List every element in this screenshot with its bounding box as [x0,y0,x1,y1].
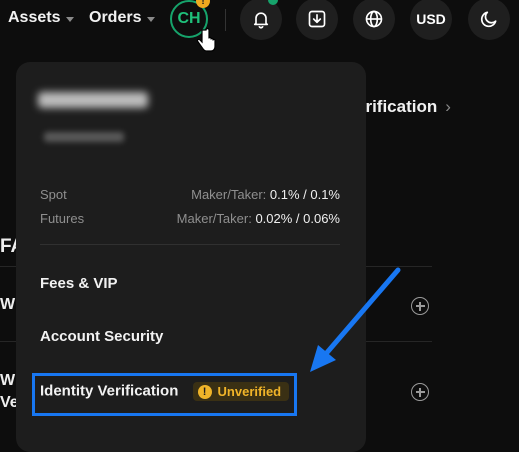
annotation-arrow-icon [310,267,401,372]
